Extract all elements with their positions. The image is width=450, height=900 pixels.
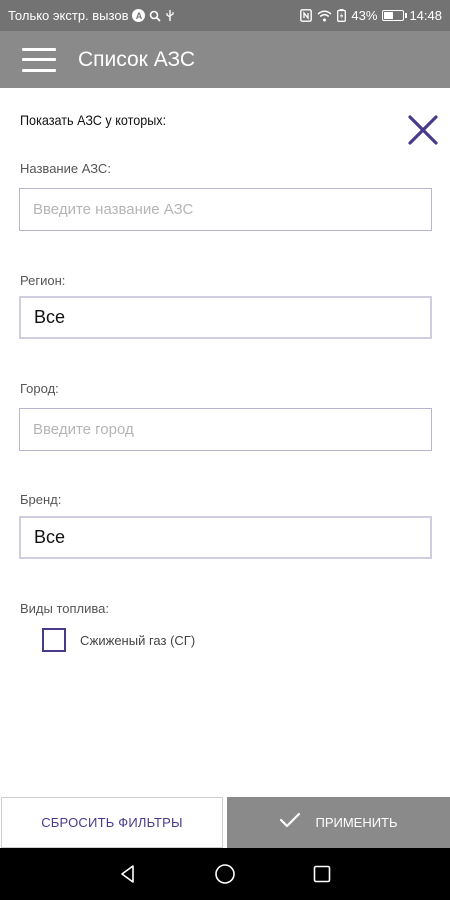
status-bar-left: Только экстр. вызов A — [8, 8, 175, 23]
carrier-text: Только экстр. вызов — [8, 8, 129, 23]
a-badge-icon: A — [132, 9, 146, 22]
status-bar: Только экстр. вызов A 43% 14:48 — [0, 0, 450, 31]
wifi-icon — [317, 10, 332, 22]
battery-saver-icon — [337, 9, 347, 22]
hamburger-line — [22, 58, 56, 61]
hamburger-line — [22, 47, 56, 51]
city-label: Город: — [20, 381, 59, 396]
usb-icon — [165, 9, 175, 22]
app-title: Список АЗС — [78, 47, 196, 71]
city-field[interactable] — [19, 408, 432, 451]
brand-label: Бренд: — [20, 492, 62, 507]
battery-icon — [382, 10, 408, 21]
apply-label: ПРИМЕНИТЬ — [315, 815, 398, 830]
battery-percent: 43% — [351, 8, 378, 23]
search-icon — [149, 10, 162, 22]
region-select[interactable]: Все — [19, 296, 432, 339]
station-name-field[interactable] — [19, 188, 432, 231]
home-icon[interactable] — [205, 854, 245, 894]
brand-select[interactable]: Все — [19, 516, 432, 559]
lpg-checkbox-label: Сжиженый газ (СГ) — [80, 632, 196, 648]
check-icon — [279, 812, 301, 833]
filter-panel: Показать АЗС у которых: Название АЗС: Ре… — [0, 88, 450, 796]
region-value: Все — [34, 307, 66, 327]
reset-filters-label: СБРОСИТЬ ФИЛЬТРЫ — [41, 815, 183, 830]
recents-icon[interactable] — [302, 854, 342, 894]
station-name-input[interactable] — [33, 201, 431, 218]
filter-heading: Показать АЗС у которых: — [20, 112, 167, 128]
nfc-icon — [300, 9, 313, 22]
hamburger-line — [22, 68, 56, 72]
clock: 14:48 — [409, 8, 442, 23]
fuel-option-lpg[interactable]: Сжиженый газ (СГ) — [42, 628, 195, 652]
battery-level-fill — [384, 12, 394, 19]
system-nav-bar — [0, 848, 450, 900]
reset-filters-button[interactable]: СБРОСИТЬ ФИЛЬТРЫ — [1, 797, 223, 848]
station-name-label: Название АЗС: — [20, 161, 111, 176]
city-input[interactable] — [33, 421, 431, 438]
back-icon[interactable] — [108, 854, 148, 894]
fuel-types-label: Виды топлива: — [20, 601, 110, 616]
screen: Только экстр. вызов A 43% 14:48 Список А… — [0, 0, 450, 900]
status-bar-right: 43% 14:48 — [300, 8, 442, 23]
app-bar: Список АЗС — [0, 31, 450, 88]
close-icon[interactable] — [405, 112, 441, 148]
hamburger-menu-icon[interactable] — [22, 47, 56, 72]
lpg-checkbox[interactable] — [42, 628, 66, 652]
apply-button[interactable]: ПРИМЕНИТЬ — [227, 797, 450, 848]
brand-value: Все — [34, 527, 66, 547]
region-label: Регион: — [20, 273, 66, 288]
